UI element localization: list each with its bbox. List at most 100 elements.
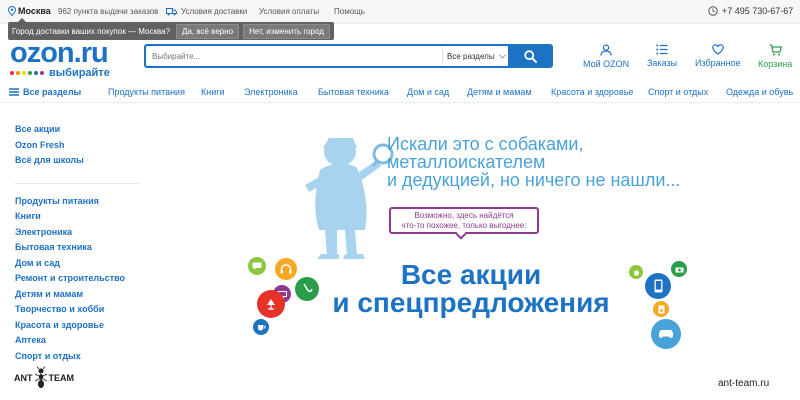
category-nav: Все разделы Продукты питания Книги Элект… [0, 81, 800, 103]
phone-number[interactable]: +7 495 730-67-67 [708, 6, 793, 16]
orders-label: Заказы [647, 58, 678, 68]
top-bar: Москва 962 пункта выдачи заказов Условия… [0, 0, 800, 24]
payment-terms-link[interactable]: Условия оплаты [259, 7, 319, 16]
cart-icon [769, 44, 782, 56]
logo-dot [16, 71, 20, 75]
category-nav-item[interactable]: Бытовая техника [318, 87, 389, 97]
bubble-line: что-то похожее, только выгоднее: [401, 221, 527, 230]
sidebar-category-item[interactable]: Книги [15, 211, 145, 227]
logo-dot [22, 71, 26, 75]
category-nav-item[interactable]: Книги [201, 87, 225, 97]
pear-icon [629, 265, 643, 279]
favorites-label: Избранное [695, 58, 741, 68]
headline-line: Все акции [400, 259, 542, 290]
list-icon [656, 44, 668, 55]
logo-dot [40, 71, 44, 75]
camera-icon [671, 261, 687, 277]
sidebar-category-item[interactable]: Бытовая техника [15, 242, 145, 258]
logo-dot [28, 71, 32, 75]
category-nav-item[interactable]: Электроника [244, 87, 298, 97]
search-button[interactable] [508, 44, 552, 68]
favorites-link[interactable]: Избранное [695, 44, 741, 68]
category-nav-item[interactable]: Красота и здоровье [551, 87, 633, 97]
search-sections-label: Все разделы [447, 51, 495, 61]
ant-team-brand-left: ANT [14, 373, 33, 383]
logo-word: ozon [10, 37, 75, 69]
search-sections-select[interactable]: Все разделы [442, 46, 512, 66]
lamp-icon [257, 290, 285, 318]
phone-number-label: +7 495 730-67-67 [722, 6, 794, 16]
logo-dot [10, 71, 14, 75]
promo-banner[interactable]: Искали это с собаками, металлоискателем … [245, 115, 695, 365]
tooltip-arrow [18, 18, 26, 22]
phone-icon [645, 273, 671, 299]
logo-wordmark: ozon.ru [10, 37, 110, 69]
cart-label: Корзина [758, 59, 793, 69]
ant-team-site: ant-team.ru [718, 378, 770, 389]
search-bar: Все разделы [144, 44, 553, 68]
tea-cup-icon [253, 319, 269, 335]
sidebar-promo-item[interactable]: Ozon Fresh [15, 140, 145, 156]
sidebar-category-item[interactable]: Продукты питания [15, 196, 145, 212]
phone-clock-icon [708, 6, 718, 16]
ant-icon [34, 366, 47, 388]
sidebar-category-item[interactable]: Спорт и отдых [15, 351, 145, 367]
sidebar-divider [15, 182, 140, 184]
sidebar-category-item[interactable]: Красота и здоровье [15, 320, 145, 336]
location-pin-icon [8, 6, 16, 16]
sidebar-category-item[interactable]: Детям и мамам [15, 289, 145, 305]
bubble-line: Возможно, здесь найдётся [414, 211, 514, 220]
all-sections-label: Все разделы [23, 87, 82, 97]
heart-icon [712, 44, 724, 55]
sidebar-category-item[interactable]: Дом и сад [15, 258, 145, 274]
category-nav-item[interactable]: Спорт и отдых [648, 87, 708, 97]
chevron-down-icon [499, 53, 506, 59]
ant-team-brand-right: TEAM [48, 373, 75, 383]
sidebar-promo-item[interactable]: Все акции [15, 124, 145, 140]
saxophone-icon [295, 277, 319, 301]
city-confirm-yes-button[interactable]: Да, всё верно [176, 23, 240, 39]
speaker-icon [653, 301, 669, 317]
city-name: Москва [18, 6, 51, 16]
banner-headline: Все акции и спецпредложения [321, 261, 621, 317]
ant-team-watermark: ANT TEAM [14, 366, 74, 390]
banner-speech-bubble: Возможно, здесь найдётся что-то похожее,… [389, 207, 539, 240]
my-ozon-link[interactable]: Мой OZON [583, 44, 629, 69]
search-input[interactable] [152, 49, 432, 63]
detective-illustration [305, 138, 394, 259]
logo-tld: .ru [73, 37, 109, 69]
banner-tagline: Искали это с собаками, металлоискателем … [387, 135, 680, 189]
orders-link[interactable]: Заказы [647, 44, 677, 68]
gamepad-icon [651, 319, 681, 349]
category-nav-item[interactable]: Продукты питания [108, 87, 185, 97]
hamburger-icon [9, 88, 19, 96]
tagline-line: и дедукцией, но ничего не нашли... [387, 170, 681, 190]
sidebar-promo-item[interactable]: Всё для школы [15, 155, 145, 171]
pickup-points-link[interactable]: 962 пункта выдачи заказов [58, 7, 158, 16]
help-link[interactable]: Помощь [334, 7, 365, 16]
sidebar: Все акции Ozon Fresh Всё для школы Проду… [15, 124, 145, 366]
cart-link[interactable]: Корзина [758, 44, 792, 69]
city-confirm-question: Город доставки ваших покупок — Москва? [12, 26, 171, 36]
category-nav-item[interactable]: Одежда и обувь [726, 87, 793, 97]
ozon-logo[interactable]: ozon.ru выбирайте [10, 37, 110, 79]
logo-slogan: выбирайте [49, 67, 110, 79]
headphones-icon [275, 258, 297, 280]
all-sections-menu[interactable]: Все разделы [9, 87, 81, 97]
delivery-terms-link[interactable]: Условия доставки [166, 7, 247, 16]
sidebar-category-item[interactable]: Электроника [15, 227, 145, 243]
truck-icon [166, 7, 177, 15]
tagline-line: Искали это с собаками, [387, 134, 584, 154]
sidebar-category-item[interactable]: Ремонт и строительство [15, 273, 145, 289]
my-ozon-label: Мой OZON [583, 59, 630, 69]
city-change-button[interactable]: Нет, изменить город [243, 23, 330, 39]
sidebar-category-item[interactable]: Аптека [15, 335, 145, 351]
logo-dot [34, 71, 38, 75]
category-nav-item[interactable]: Дом и сад [407, 87, 449, 97]
sidebar-category-item[interactable]: Творчество и хобби [15, 304, 145, 320]
tagline-line: металлоискателем [387, 152, 546, 172]
city-selector[interactable]: Москва [8, 6, 51, 16]
chat-bubble-icon [248, 257, 266, 275]
category-nav-item[interactable]: Детям и мамам [467, 87, 532, 97]
delivery-terms-label: Условия доставки [181, 7, 248, 16]
